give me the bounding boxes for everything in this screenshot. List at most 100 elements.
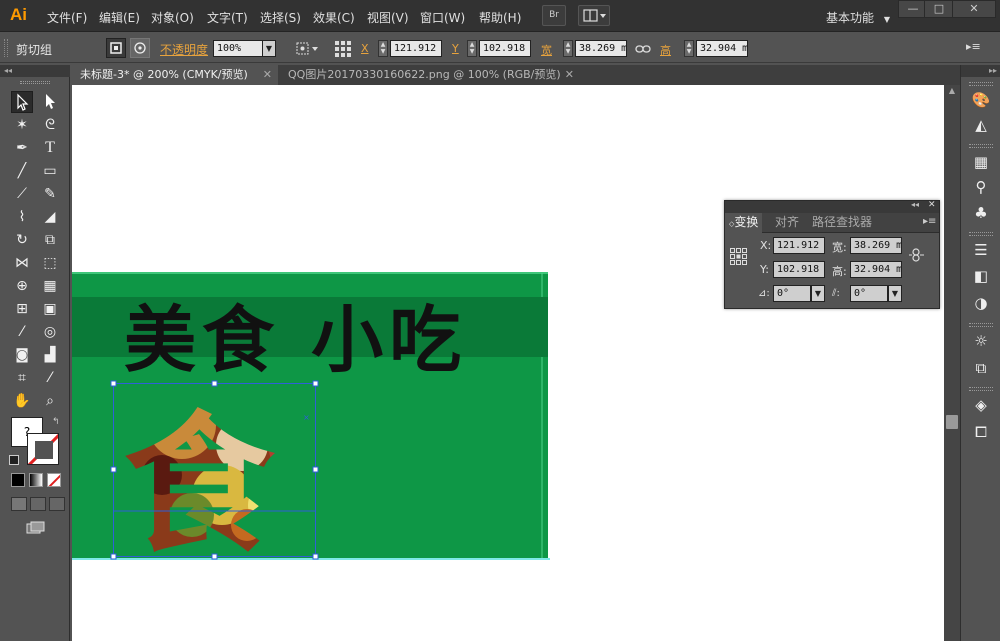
shear-angle-dropdown[interactable]: ▼ xyxy=(888,285,902,302)
tools-grip[interactable] xyxy=(20,81,50,84)
opacity-label[interactable]: 不透明度 xyxy=(160,41,208,58)
width-tool-icon[interactable]: ⋈ xyxy=(11,252,33,274)
panel-menu-icon[interactable]: ▸≡ xyxy=(966,40,984,56)
blend-tool-icon[interactable]: ◎ xyxy=(39,321,61,343)
mesh-tool-icon[interactable]: ⊞ xyxy=(11,298,33,320)
swap-fill-stroke-icon[interactable]: ↰ xyxy=(52,417,60,427)
x-input[interactable]: 121.912 r xyxy=(390,40,442,57)
eyedropper-tool-icon[interactable]: ⁄ xyxy=(11,321,33,343)
collapse-icon[interactable]: ◂◂ xyxy=(911,200,919,209)
collapse-panel-icon[interactable]: ◂◂ xyxy=(0,65,70,77)
draw-behind-button[interactable] xyxy=(30,497,46,511)
gradient-mode-button[interactable] xyxy=(29,473,43,487)
menu-object[interactable]: 对象(O) xyxy=(151,9,194,26)
edit-contents-button[interactable] xyxy=(130,38,150,58)
symbol-sprayer-tool-icon[interactable]: ◙ xyxy=(11,344,33,366)
y-input[interactable]: 102.918 r xyxy=(479,40,531,57)
reference-point-button[interactable] xyxy=(729,247,749,267)
width-input[interactable]: 38.269 m xyxy=(850,237,902,254)
x-input[interactable]: 121.912 xyxy=(773,237,825,254)
recolor-button[interactable] xyxy=(295,41,321,57)
free-transform-tool-icon[interactable]: ⬚ xyxy=(39,252,61,274)
panel-menu-icon[interactable]: ▸≡ xyxy=(923,216,936,227)
direct-selection-tool-icon[interactable] xyxy=(39,91,61,113)
scale-tool-icon[interactable]: ⧉ xyxy=(39,229,61,251)
draw-normal-button[interactable] xyxy=(11,497,27,511)
blob-brush-tool-icon[interactable]: ⌇ xyxy=(11,206,33,228)
column-graph-tool-icon[interactable]: ▟ xyxy=(39,344,61,366)
opacity-dropdown-button[interactable]: ▼ xyxy=(262,40,276,57)
menu-window[interactable]: 窗口(W) xyxy=(420,9,465,26)
symbols-panel-icon[interactable]: ♣ xyxy=(970,202,992,224)
artboard-canvas[interactable]: 美食 小吃 食 xyxy=(72,85,944,641)
rectangle-tool-icon[interactable]: ▭ xyxy=(39,160,61,182)
layers-panel-icon[interactable]: ◈ xyxy=(970,394,992,416)
vertical-scrollbar[interactable]: ▲ xyxy=(944,85,960,641)
grip-handle[interactable] xyxy=(4,39,8,57)
width-label[interactable]: 宽 xyxy=(541,42,552,58)
screen-mode-button[interactable] xyxy=(26,521,46,535)
appearance-panel-icon[interactable]: ☼ xyxy=(970,330,992,352)
menu-edit[interactable]: 编辑(E) xyxy=(99,9,140,26)
stroke-swatch[interactable] xyxy=(27,433,59,465)
menu-help[interactable]: 帮助(H) xyxy=(479,9,521,26)
scroll-up-icon[interactable]: ▲ xyxy=(944,85,960,97)
line-tool-icon[interactable]: ╱ xyxy=(11,160,33,182)
y-label[interactable]: Y xyxy=(452,42,459,55)
maximize-button[interactable]: □ xyxy=(924,0,954,18)
eraser-tool-icon[interactable]: ◢ xyxy=(39,206,61,228)
color-mode-button[interactable] xyxy=(11,473,25,487)
x-label[interactable]: X xyxy=(361,42,369,55)
close-icon[interactable]: ✕ xyxy=(928,200,936,210)
scrollbar-thumb[interactable] xyxy=(946,415,958,429)
artboards-panel-icon[interactable]: ⧠ xyxy=(970,421,992,443)
perspective-grid-tool-icon[interactable]: ▦ xyxy=(39,275,61,297)
hand-tool-icon[interactable]: ✋ xyxy=(11,390,33,412)
edit-clipping-path-button[interactable] xyxy=(106,38,126,58)
dock-grip[interactable] xyxy=(969,82,993,86)
workspace-switcher[interactable]: 基本功能 ▼ xyxy=(826,9,890,26)
x-stepper[interactable]: ▲ ▼ xyxy=(378,40,388,57)
color-guide-icon[interactable]: ◭ xyxy=(970,114,992,136)
stroke-panel-icon[interactable]: ☰ xyxy=(970,239,992,261)
swatches-panel-icon[interactable]: ▦ xyxy=(970,151,992,173)
pen-tool-icon[interactable]: ✒ xyxy=(11,137,33,159)
reference-point-button[interactable] xyxy=(333,39,353,59)
slice-tool-icon[interactable]: ⁄ xyxy=(39,367,61,389)
expand-panels-icon[interactable]: ▸▸ xyxy=(961,65,1000,77)
dock-grip[interactable] xyxy=(969,323,993,327)
transform-panel-header[interactable]: ◂◂ ✕ xyxy=(725,200,939,213)
menu-file[interactable]: 文件(F) xyxy=(47,9,87,26)
graphic-styles-panel-icon[interactable]: ⧉ xyxy=(970,357,992,379)
type-tool-icon[interactable]: T xyxy=(39,137,61,159)
opacity-input[interactable]: 100% xyxy=(213,40,263,57)
lasso-tool-icon[interactable]: ᘓ xyxy=(39,114,61,136)
close-icon[interactable]: ✕ xyxy=(565,65,574,84)
height-input[interactable]: 32.904 m xyxy=(850,261,902,278)
menu-view[interactable]: 视图(V) xyxy=(367,9,409,26)
default-colors-icon[interactable] xyxy=(9,455,19,465)
color-panel-icon[interactable]: 🎨 xyxy=(970,89,992,111)
tab-align[interactable]: 对齐 xyxy=(771,213,803,233)
menu-type[interactable]: 文字(T) xyxy=(207,9,248,26)
brushes-panel-icon[interactable]: ⚲ xyxy=(970,176,992,198)
height-label[interactable]: 高 xyxy=(660,42,671,58)
close-icon[interactable]: ✕ xyxy=(263,65,272,84)
paintbrush-tool-icon[interactable]: ⟋ xyxy=(11,183,33,205)
tab-pathfinder[interactable]: 路径查找器 xyxy=(808,213,876,233)
tab-transform[interactable]: ◇变换 xyxy=(725,213,763,233)
rotate-angle-dropdown[interactable]: ▼ xyxy=(811,285,825,302)
none-mode-button[interactable] xyxy=(47,473,61,487)
constrain-proportions-button[interactable] xyxy=(634,41,652,57)
bridge-button[interactable]: Br xyxy=(542,5,566,26)
gradient-tool-icon[interactable]: ▣ xyxy=(39,298,61,320)
draw-inside-button[interactable] xyxy=(49,497,65,511)
close-button[interactable]: ✕ xyxy=(952,0,996,18)
y-stepper[interactable]: ▲ ▼ xyxy=(467,40,477,57)
shear-angle-input[interactable]: 0° xyxy=(850,285,888,302)
gradient-panel-icon[interactable]: ◧ xyxy=(970,265,992,287)
width-stepper[interactable]: ▲ ▼ xyxy=(563,40,573,57)
dock-grip[interactable] xyxy=(969,144,993,148)
rotate-tool-icon[interactable]: ↻ xyxy=(11,229,33,251)
artboard-tool-icon[interactable]: ⌗ xyxy=(11,367,33,389)
